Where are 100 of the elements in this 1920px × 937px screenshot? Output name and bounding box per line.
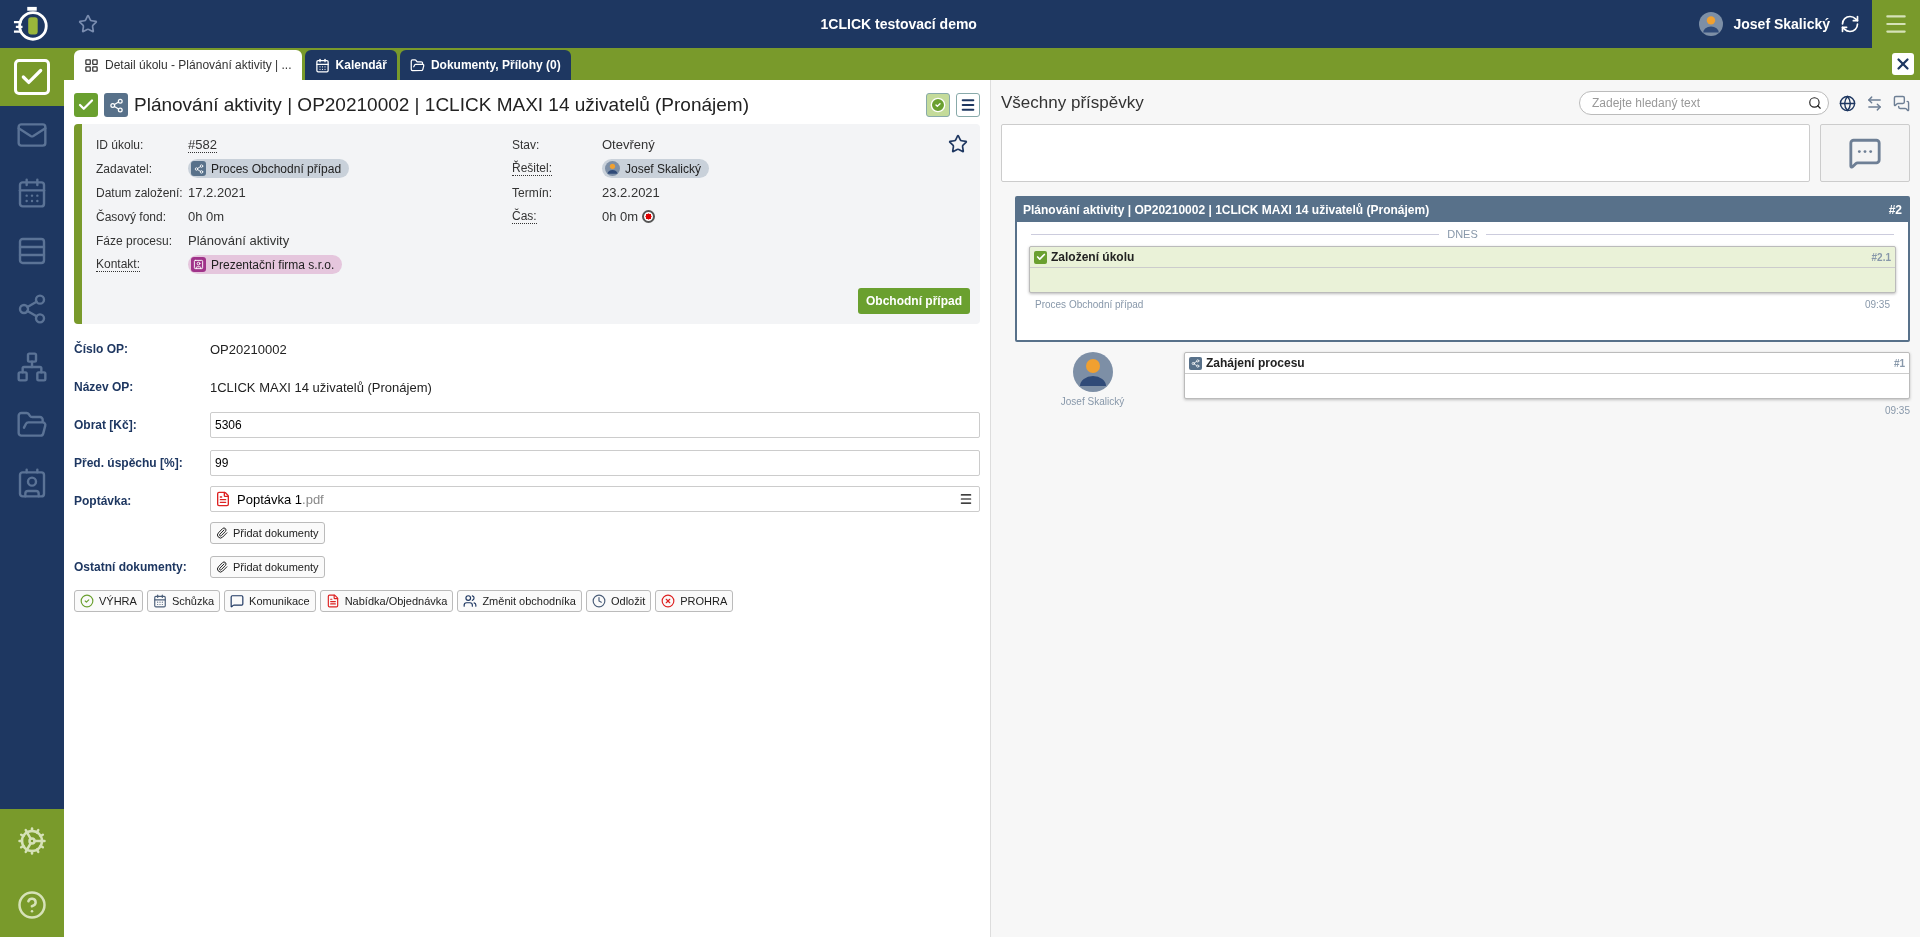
complete-button[interactable] — [926, 93, 950, 117]
favorite-star-icon[interactable] — [948, 134, 968, 154]
add-documents-button[interactable]: Přidat dokumenty — [210, 522, 325, 544]
feed-title: Všechny příspěvky — [1001, 93, 1145, 113]
globe-icon[interactable] — [1839, 94, 1856, 112]
paperclip-icon — [216, 527, 228, 539]
action-button[interactable]: Nabídka/Objednávka — [319, 590, 454, 612]
form-value: OP20210002 — [210, 341, 287, 357]
field-label: Zadavatel: — [96, 161, 154, 176]
menu-icon — [960, 97, 976, 113]
field-label: Fáze procesu: — [96, 233, 174, 248]
help-icon[interactable] — [17, 890, 47, 920]
share-icon — [191, 161, 206, 176]
cancel-icon — [661, 594, 676, 608]
form-label: Ostatní dokumenty: — [74, 560, 188, 574]
action-button[interactable]: Změnit obchodníka — [457, 590, 582, 612]
field-value: 17.2.2021 — [188, 185, 246, 200]
contact-chip[interactable]: Prezentační firma s.r.o. — [188, 255, 343, 274]
action-button[interactable]: Odložit — [585, 590, 652, 612]
form-label: Poptávka: — [74, 494, 133, 508]
form-label: Obrat [Kč]: — [74, 418, 138, 432]
search-icon[interactable] — [1808, 96, 1822, 110]
avatar-icon — [1699, 12, 1724, 36]
swap-icon[interactable] — [1866, 94, 1883, 112]
folder-icon — [409, 57, 425, 73]
tab[interactable]: Dokumenty, Přílohy (0) — [399, 50, 571, 80]
paperclip-icon — [216, 561, 228, 573]
pdf-icon — [325, 594, 340, 608]
form-label: Název OP: — [74, 380, 135, 394]
stopwatch-logo-icon[interactable] — [13, 5, 51, 43]
form-label: Před. úspěchu [%]: — [74, 456, 184, 470]
menu-icon[interactable] — [959, 492, 973, 506]
field-value: 0h 0m — [188, 209, 225, 224]
close-button[interactable] — [1892, 53, 1914, 75]
field-label: Datum založení: — [96, 185, 184, 200]
share-icon — [1189, 356, 1202, 370]
file-name[interactable]: Poptávka 1.pdf — [237, 491, 324, 507]
menu-button[interactable] — [956, 93, 980, 117]
action-button[interactable]: VÝHRA — [74, 590, 143, 612]
pdf-icon — [215, 491, 231, 507]
add-documents-button[interactable]: Přidat dokumenty — [210, 556, 325, 578]
form-label: Číslo OP: — [74, 342, 129, 356]
input-field[interactable]: 5306 — [210, 412, 980, 438]
thread-number: #2 — [1888, 203, 1902, 217]
contact-icon — [191, 257, 206, 272]
app-title: 1CLICK testovací demo — [819, 16, 978, 32]
post-number: #2.1 — [1871, 251, 1891, 263]
action-button[interactable]: Schůzka — [146, 590, 221, 612]
author-name: Josef Skalický — [1060, 396, 1125, 407]
record-icon[interactable] — [642, 210, 656, 223]
process-chip[interactable]: Proces Obchodní případ — [188, 159, 350, 178]
field-label: Časový fond: — [96, 209, 168, 224]
send-button[interactable] — [1820, 124, 1910, 182]
input-field[interactable]: 99 — [210, 450, 980, 476]
post-title: Zahájení procesu — [1206, 356, 1305, 370]
tasks-icon[interactable] — [0, 48, 64, 106]
field-label: Kontakt: — [96, 257, 141, 272]
check-circle-icon — [930, 97, 946, 113]
check-circle-icon — [80, 594, 94, 608]
avatar-icon — [605, 161, 620, 176]
check-icon — [1034, 250, 1047, 264]
action-button[interactable]: Komunikace — [224, 590, 316, 612]
close-icon — [1894, 55, 1912, 73]
task-id-link[interactable]: #582 — [188, 136, 217, 153]
tab[interactable]: Kalendář — [304, 50, 397, 80]
tab[interactable]: Detail úkolu - Plánování aktivity | ... — [74, 50, 302, 80]
field-value: 23.2.2021 — [602, 185, 660, 200]
field-value: Plánování aktivity — [188, 233, 290, 248]
field-value: Otevřený — [602, 137, 655, 152]
action-button[interactable]: PROHRA — [655, 590, 734, 612]
file-field[interactable]: Poptávka 1.pdf — [210, 486, 980, 512]
field-label: Stav: — [512, 137, 541, 152]
person-chip[interactable]: Josef Skalický — [602, 159, 710, 178]
people-icon — [463, 594, 478, 608]
date-divider: DNES — [1447, 228, 1478, 240]
favorite-star-icon[interactable] — [78, 14, 98, 34]
post-source: Proces Obchodní případ — [1035, 299, 1144, 310]
user-name[interactable]: Josef Skalický — [1733, 16, 1830, 32]
clock-icon — [591, 594, 606, 608]
grid-icon — [84, 57, 99, 73]
field-label: ID úkolu: — [96, 137, 145, 152]
calendar-icon — [152, 594, 167, 608]
post-time: 09:35 — [1864, 299, 1890, 310]
field-label: Čas: — [512, 209, 537, 224]
calendar-icon — [314, 57, 330, 73]
field-label: Řešitel: — [512, 161, 552, 176]
settings-icon[interactable] — [17, 826, 47, 856]
avatar-icon — [1072, 352, 1113, 392]
post-title: Založení úkolu — [1051, 250, 1135, 264]
refresh-icon[interactable] — [1840, 14, 1860, 34]
post-number: #1 — [1893, 357, 1905, 369]
field-value: 0h 0m — [602, 209, 639, 224]
done-checkbox[interactable] — [74, 93, 98, 117]
chats-icon[interactable] — [1893, 94, 1910, 112]
message-field[interactable] — [1001, 124, 1810, 182]
task-title: Plánování aktivity | OP20210002 | 1CLICK MAXI 14 uživatelů (Pronájem) — [134, 94, 750, 116]
speech-bubble-icon — [1848, 136, 1882, 170]
thread-title[interactable]: Plánování aktivity | OP20210002 | 1CLICK MAXI 14 uživatelů (Pronájem) — [1023, 203, 1430, 217]
field-label: Termín: — [512, 185, 553, 200]
post-time: 09:35 — [1884, 405, 1910, 416]
